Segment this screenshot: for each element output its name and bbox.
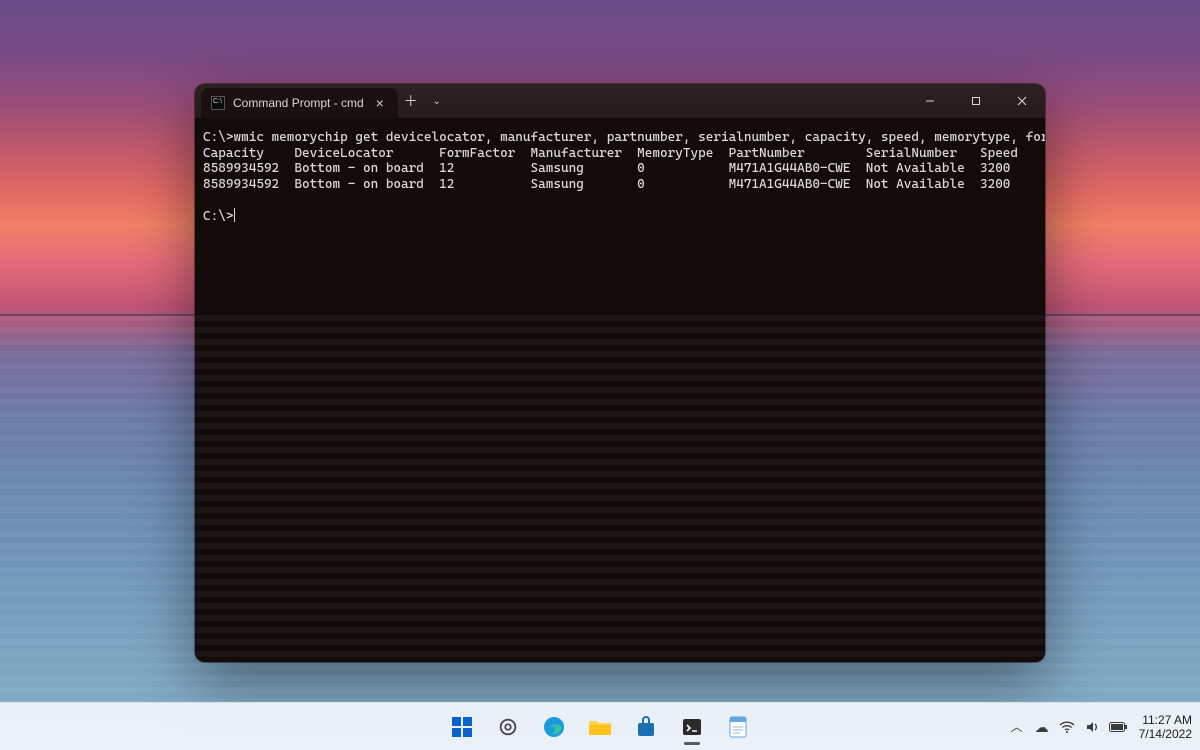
wifi-icon[interactable] <box>1059 721 1075 733</box>
command-text: wmic memorychip get devicelocator, manuf… <box>233 130 1045 145</box>
close-button[interactable] <box>999 84 1045 118</box>
terminal-window: Command Prompt - cmd × ＋ ⌄ C:\>wmic memo… <box>195 84 1045 662</box>
tab-active[interactable]: Command Prompt - cmd × <box>201 88 398 118</box>
onedrive-icon[interactable]: ☁ <box>1035 720 1049 734</box>
new-tab-button[interactable]: ＋ <box>398 84 424 118</box>
volume-icon[interactable] <box>1085 720 1099 734</box>
output-data-rows: 8589934592 Bottom - on board 12 Samsung … <box>203 161 1018 192</box>
terminal-body[interactable]: C:\>wmic memorychip get devicelocator, m… <box>195 118 1045 662</box>
tabstrip: ＋ ⌄ <box>398 84 450 118</box>
taskbar-settings[interactable] <box>488 707 528 747</box>
windows-logo-icon <box>450 715 474 739</box>
tab-title: Command Prompt - cmd <box>233 96 364 110</box>
tray-chevron-icon[interactable]: ︿ <box>1011 718 1023 735</box>
titlebar-drag-region[interactable] <box>450 84 907 118</box>
tab-close-button[interactable]: × <box>372 96 388 110</box>
terminal-icon <box>681 716 703 738</box>
output-header-row: Capacity DeviceLocator FormFactor Manufa… <box>203 146 1018 161</box>
titlebar[interactable]: Command Prompt - cmd × ＋ ⌄ <box>195 84 1045 118</box>
taskbar-explorer[interactable] <box>580 707 620 747</box>
prompt: C:\> <box>203 130 233 145</box>
gear-icon <box>497 716 519 738</box>
store-icon <box>635 716 657 738</box>
desktop: Command Prompt - cmd × ＋ ⌄ C:\>wmic memo… <box>0 0 1200 750</box>
battery-icon[interactable] <box>1109 722 1127 732</box>
taskbar-right: ︿ ☁ 11:27 AM 7/14/2022 <box>1011 713 1192 741</box>
minimize-button[interactable] <box>907 84 953 118</box>
taskbar-center <box>442 707 758 747</box>
system-tray[interactable]: ☁ <box>1035 720 1127 734</box>
taskbar-notepad[interactable] <box>718 707 758 747</box>
edge-icon <box>542 715 566 739</box>
notepad-icon <box>728 715 748 739</box>
folder-icon <box>588 717 612 737</box>
taskbar-edge[interactable] <box>534 707 574 747</box>
maximize-button[interactable] <box>953 84 999 118</box>
start-button[interactable] <box>442 707 482 747</box>
clock-time: 11:27 AM <box>1139 713 1192 727</box>
taskbar: ︿ ☁ 11:27 AM 7/14/2022 <box>0 702 1200 750</box>
cmd-icon <box>211 96 225 110</box>
prompt: C:\> <box>203 209 233 224</box>
taskbar-store[interactable] <box>626 707 666 747</box>
taskbar-terminal[interactable] <box>672 707 712 747</box>
cursor <box>234 208 235 222</box>
tab-dropdown-button[interactable]: ⌄ <box>424 84 450 118</box>
clock-date: 7/14/2022 <box>1139 727 1192 741</box>
taskbar-clock[interactable]: 11:27 AM 7/14/2022 <box>1139 713 1192 741</box>
window-controls <box>907 84 1045 118</box>
